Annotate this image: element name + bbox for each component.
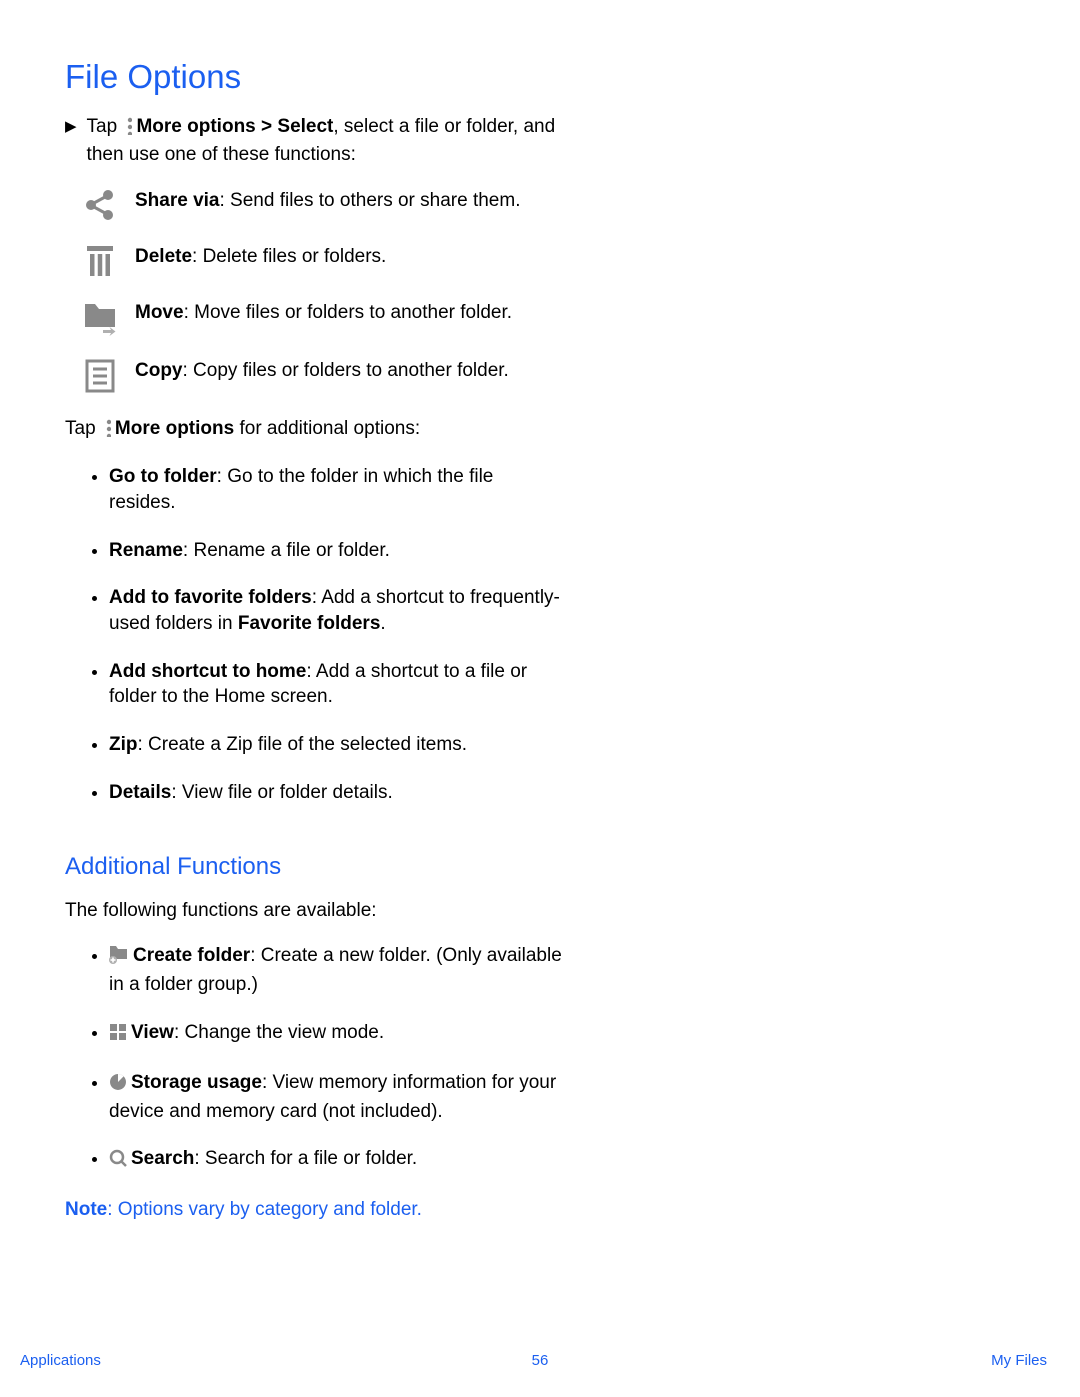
list-item: Search: Search for a file or folder. xyxy=(109,1146,565,1175)
list-item: View: Change the view mode. xyxy=(109,1020,565,1049)
note-rest: : Options vary by category and folder. xyxy=(107,1199,422,1220)
action-label: Delete xyxy=(135,246,192,267)
item-desc: : Search for a file or folder. xyxy=(194,1148,417,1169)
item-label: Search xyxy=(131,1148,194,1169)
item-label: Storage usage xyxy=(131,1072,262,1093)
list-item: Zip: Create a Zip file of the selected i… xyxy=(109,732,565,758)
action-label: Move xyxy=(135,302,184,323)
heading-additional-functions: Additional Functions xyxy=(65,851,565,883)
action-copy: Copy: Copy files or folders to another f… xyxy=(83,358,565,394)
item-label: Zip xyxy=(109,734,138,755)
list-item: Storage usage: View memory information f… xyxy=(109,1070,565,1124)
footer-left: Applications xyxy=(20,1352,101,1369)
tapmore-pre: Tap xyxy=(65,418,101,439)
note-line: Note: Options vary by category and folde… xyxy=(65,1197,565,1223)
page-footer: Applications 56 My Files xyxy=(0,1352,1080,1369)
copy-icon xyxy=(83,358,117,394)
item-label: Add to favorite folders xyxy=(109,587,312,608)
action-desc: : Copy files or folders to another folde… xyxy=(183,360,509,381)
action-label: Copy xyxy=(135,360,183,381)
item-desc: : Change the view mode. xyxy=(174,1022,384,1043)
view-icon xyxy=(109,1023,127,1049)
action-desc: : Delete files or folders. xyxy=(192,246,386,267)
list-item: Details: View file or folder details. xyxy=(109,780,565,806)
intro-paragraph: ▶ Tap More options > Select, select a fi… xyxy=(65,114,565,168)
item-label: Go to folder xyxy=(109,466,217,487)
additional-list: Create folder: Create a new folder. (Onl… xyxy=(65,943,565,1175)
document-body: File Options ▶ Tap More options > Select… xyxy=(0,0,565,1223)
search-icon xyxy=(109,1149,127,1175)
item-label: Create folder xyxy=(133,945,250,966)
more-options-list: Go to folder: Go to the folder in which … xyxy=(65,464,565,805)
move-icon xyxy=(83,300,117,336)
share-icon xyxy=(83,188,117,222)
list-item: Add shortcut to home: Add a shortcut to … xyxy=(109,659,565,710)
tap-more-paragraph: Tap More options for additional options: xyxy=(65,416,565,445)
item-label: View xyxy=(131,1022,174,1043)
item-desc: : Create a Zip file of the selected item… xyxy=(138,734,468,755)
footer-page-number: 56 xyxy=(532,1352,549,1369)
intro-bold: More options > Select xyxy=(136,116,333,137)
list-item: Add to favorite folders: Add a shortcut … xyxy=(109,585,565,636)
action-label: Share via xyxy=(135,190,220,211)
action-desc: : Send files to others or share them. xyxy=(220,190,521,211)
action-move: Move: Move files or folders to another f… xyxy=(83,300,565,336)
tapmore-bold: More options xyxy=(115,418,234,439)
delete-icon xyxy=(83,244,117,278)
tapmore-post: for additional options: xyxy=(234,418,420,439)
note-bold: Note xyxy=(65,1199,107,1220)
intro-pre: Tap xyxy=(87,116,123,137)
item-desc-post: . xyxy=(380,613,385,634)
item-desc-bold: Favorite folders xyxy=(238,613,381,634)
list-item: Go to folder: Go to the folder in which … xyxy=(109,464,565,515)
more-options-icon xyxy=(122,117,132,143)
item-label: Rename xyxy=(109,540,183,561)
footer-right: My Files xyxy=(991,1352,1047,1369)
item-label: Add shortcut to home xyxy=(109,661,306,682)
storage-usage-icon xyxy=(109,1073,127,1099)
create-folder-icon xyxy=(109,944,129,972)
more-options-icon xyxy=(101,419,111,445)
heading-file-options: File Options xyxy=(65,55,565,100)
play-marker-icon: ▶ xyxy=(65,114,77,168)
action-share: Share via: Send files to others or share… xyxy=(83,188,565,222)
list-item: Rename: Rename a file or folder. xyxy=(109,538,565,564)
action-delete: Delete: Delete files or folders. xyxy=(83,244,565,278)
item-label: Details xyxy=(109,782,171,803)
item-desc: : View file or folder details. xyxy=(171,782,392,803)
action-desc: : Move files or folders to another folde… xyxy=(184,302,512,323)
list-item: Create folder: Create a new folder. (Onl… xyxy=(109,943,565,997)
additional-intro: The following functions are available: xyxy=(65,898,565,924)
item-desc: : Rename a file or folder. xyxy=(183,540,390,561)
